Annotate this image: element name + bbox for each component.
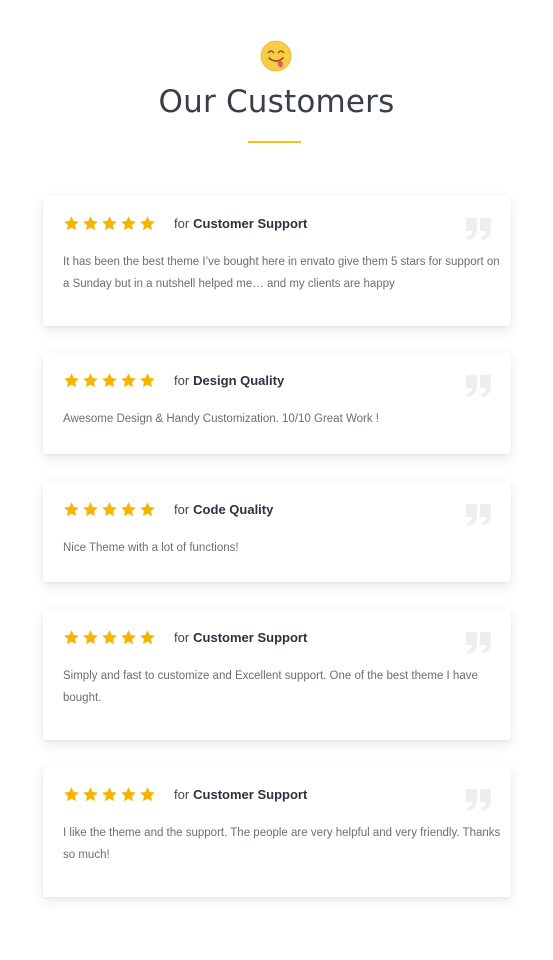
star-icon xyxy=(64,786,79,801)
star-icon xyxy=(121,372,136,387)
star-rating xyxy=(63,786,158,803)
title-underline xyxy=(248,141,301,143)
review-text: Awesome Design & Handy Customization. 10… xyxy=(63,413,379,425)
review-category: Code Quality xyxy=(193,501,274,517)
star-icon xyxy=(102,501,117,516)
quote-icon xyxy=(466,375,491,397)
star-icon xyxy=(64,372,79,387)
star-icon xyxy=(140,372,155,387)
review-category: Design Quality xyxy=(193,372,285,388)
star-icon xyxy=(140,501,155,516)
review-card: for Code Quality Nice Theme with a lot o… xyxy=(43,482,511,582)
for-label: for xyxy=(174,215,190,231)
review-header: for Customer Support xyxy=(63,628,307,646)
star-icon xyxy=(64,629,79,644)
review-header: for Customer Support xyxy=(63,785,307,803)
review-card: for Customer Support Simply and fast to … xyxy=(43,610,511,740)
star-icon xyxy=(121,501,136,516)
star-icon xyxy=(121,786,136,801)
quote-icon xyxy=(466,218,491,240)
star-icon xyxy=(102,629,117,644)
star-icon xyxy=(83,215,98,230)
star-icon xyxy=(140,215,155,230)
review-header: for Code Quality xyxy=(63,500,273,518)
quote-icon xyxy=(466,504,491,526)
star-rating xyxy=(63,372,158,389)
for-label: for xyxy=(174,629,190,645)
quote-icon xyxy=(466,789,491,811)
star-icon xyxy=(121,215,136,230)
star-rating xyxy=(63,501,158,518)
star-rating xyxy=(63,629,158,646)
review-category: Customer Support xyxy=(193,786,308,802)
star-icon xyxy=(102,372,117,387)
star-icon xyxy=(83,786,98,801)
review-text: Simply and fast to customize and Excelle… xyxy=(63,670,478,704)
review-header: for Customer Support xyxy=(63,214,307,232)
page-title: Our Customers xyxy=(158,84,395,120)
for-label: for xyxy=(174,501,190,517)
for-label: for xyxy=(174,372,190,388)
star-icon xyxy=(83,372,98,387)
review-card: for Customer Support It has been the bes… xyxy=(43,196,511,326)
star-icon xyxy=(121,629,136,644)
review-card: for Customer Support I like the theme an… xyxy=(43,767,511,897)
for-label: for xyxy=(174,786,190,802)
star-icon xyxy=(140,629,155,644)
star-icon xyxy=(83,629,98,644)
review-text: I like the theme and the support. The pe… xyxy=(63,827,501,861)
star-icon xyxy=(102,215,117,230)
star-rating xyxy=(63,215,158,232)
review-category: Customer Support xyxy=(193,215,308,231)
review-header: for Design Quality xyxy=(63,371,284,389)
quote-icon xyxy=(466,632,491,654)
review-text: Nice Theme with a lot of functions! xyxy=(63,542,239,554)
yum-face-emoji-icon xyxy=(260,40,292,72)
star-icon xyxy=(64,501,79,516)
star-icon xyxy=(102,786,117,801)
review-card: for Design Quality Awesome Design & Hand… xyxy=(43,353,511,454)
review-category: Customer Support xyxy=(193,629,308,645)
star-icon xyxy=(83,501,98,516)
star-icon xyxy=(140,786,155,801)
star-icon xyxy=(64,215,79,230)
review-text: It has been the best theme I’ve bought h… xyxy=(63,256,500,290)
